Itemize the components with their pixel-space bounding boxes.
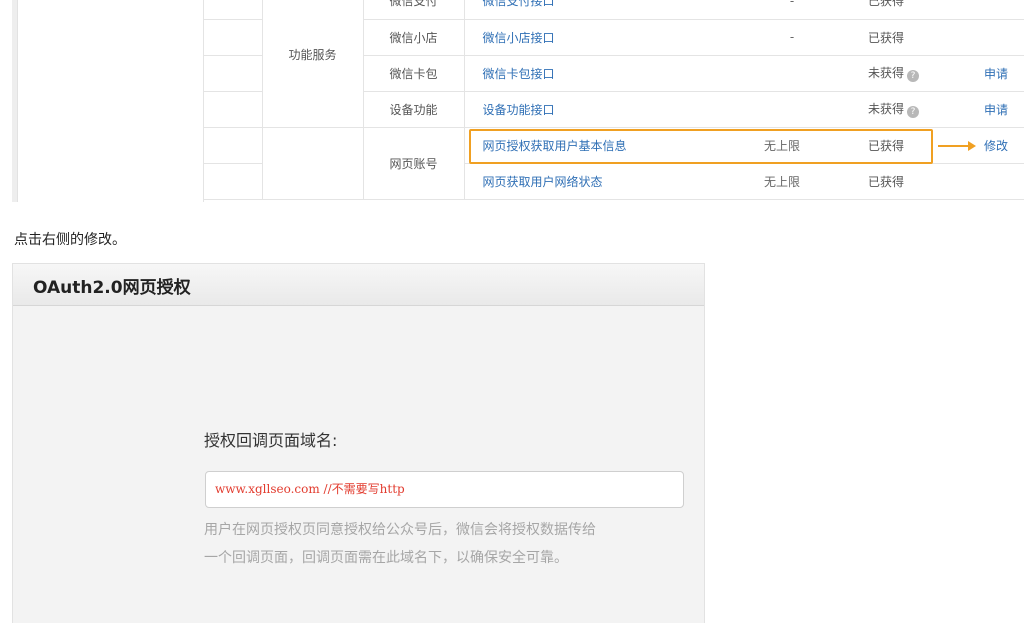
apply-link[interactable]: 申请 bbox=[984, 55, 1024, 92]
status-value: 已获得 bbox=[868, 0, 984, 20]
callback-domain-label: 授权回调页面域名: bbox=[204, 431, 338, 450]
feature-name: 微信小店 bbox=[363, 19, 465, 56]
api-link[interactable]: 网页获取用户网络状态 bbox=[464, 163, 764, 200]
limit-value bbox=[764, 91, 868, 128]
table-row: 功能服务 微信支付 微信支付接口 - 已获得 bbox=[204, 0, 1024, 128]
category-cell: 功能服务 bbox=[261, 0, 364, 128]
status-value: 未获得 bbox=[868, 66, 905, 80]
oauth-panel-title: OAuth2.0网页授权 bbox=[33, 278, 191, 298]
api-link[interactable]: 设备功能接口 bbox=[464, 91, 764, 128]
oauth-panel-header: OAuth2.0网页授权 bbox=[13, 264, 704, 306]
help-line: 一个回调页面，回调页面需在此域名下，以确保安全可靠。 bbox=[204, 550, 568, 566]
question-circle-icon[interactable]: ? bbox=[907, 70, 920, 82]
limit-value bbox=[764, 55, 868, 92]
api-link[interactable]: 微信小店接口 bbox=[464, 19, 764, 56]
arrow-right-icon bbox=[938, 141, 976, 151]
api-link[interactable]: 网页授权获取用户基本信息 bbox=[464, 127, 764, 164]
help-line: 用户在网页授权页同意授权给公众号后，微信会将授权数据传给 bbox=[204, 522, 596, 538]
limit-value: - bbox=[764, 0, 868, 20]
question-circle-icon[interactable]: ? bbox=[907, 106, 920, 118]
feature-name: 设备功能 bbox=[363, 91, 465, 128]
oauth-panel: OAuth2.0网页授权 授权回调页面域名: www.xgllseo.com /… bbox=[12, 263, 705, 623]
feature-name: 微信卡包 bbox=[363, 55, 465, 92]
callback-domain-help: 用户在网页授权页同意授权给公众号后，微信会将授权数据传给 一个回调页面，回调页面… bbox=[204, 516, 684, 572]
feature-name: 微信支付 bbox=[363, 0, 465, 20]
apply-link[interactable]: 申请 bbox=[984, 91, 1024, 128]
api-link[interactable]: 微信支付接口 bbox=[464, 0, 764, 20]
permissions-table: 功能服务 微信支付 微信支付接口 - 已获得 微信小店 微信小店接口 - 已获得… bbox=[204, 0, 1024, 200]
permissions-table-screenshot: 功能服务 微信支付 微信支付接口 - 已获得 微信小店 微信小店接口 - 已获得… bbox=[0, 0, 1024, 202]
limit-value: 无上限 bbox=[764, 163, 868, 200]
callback-domain-input[interactable]: www.xgllseo.com //不需要写http bbox=[205, 471, 684, 508]
table-row: 网页账号 网页授权获取用户基本信息 无上限 已获得 修改 bbox=[204, 127, 1024, 200]
limit-value: - bbox=[764, 19, 868, 56]
status-value: 未获得 bbox=[868, 102, 905, 116]
modify-link[interactable]: 修改 bbox=[984, 127, 1024, 164]
instruction-caption: 点击右侧的修改。 bbox=[14, 232, 126, 248]
api-link[interactable]: 微信卡包接口 bbox=[464, 55, 764, 92]
status-value: 已获得 bbox=[868, 163, 984, 200]
category-cell bbox=[261, 127, 364, 200]
left-column bbox=[18, 0, 204, 202]
limit-value: 无上限 bbox=[764, 127, 868, 164]
status-value: 已获得 bbox=[868, 19, 984, 56]
feature-name: 网页账号 bbox=[363, 127, 465, 200]
